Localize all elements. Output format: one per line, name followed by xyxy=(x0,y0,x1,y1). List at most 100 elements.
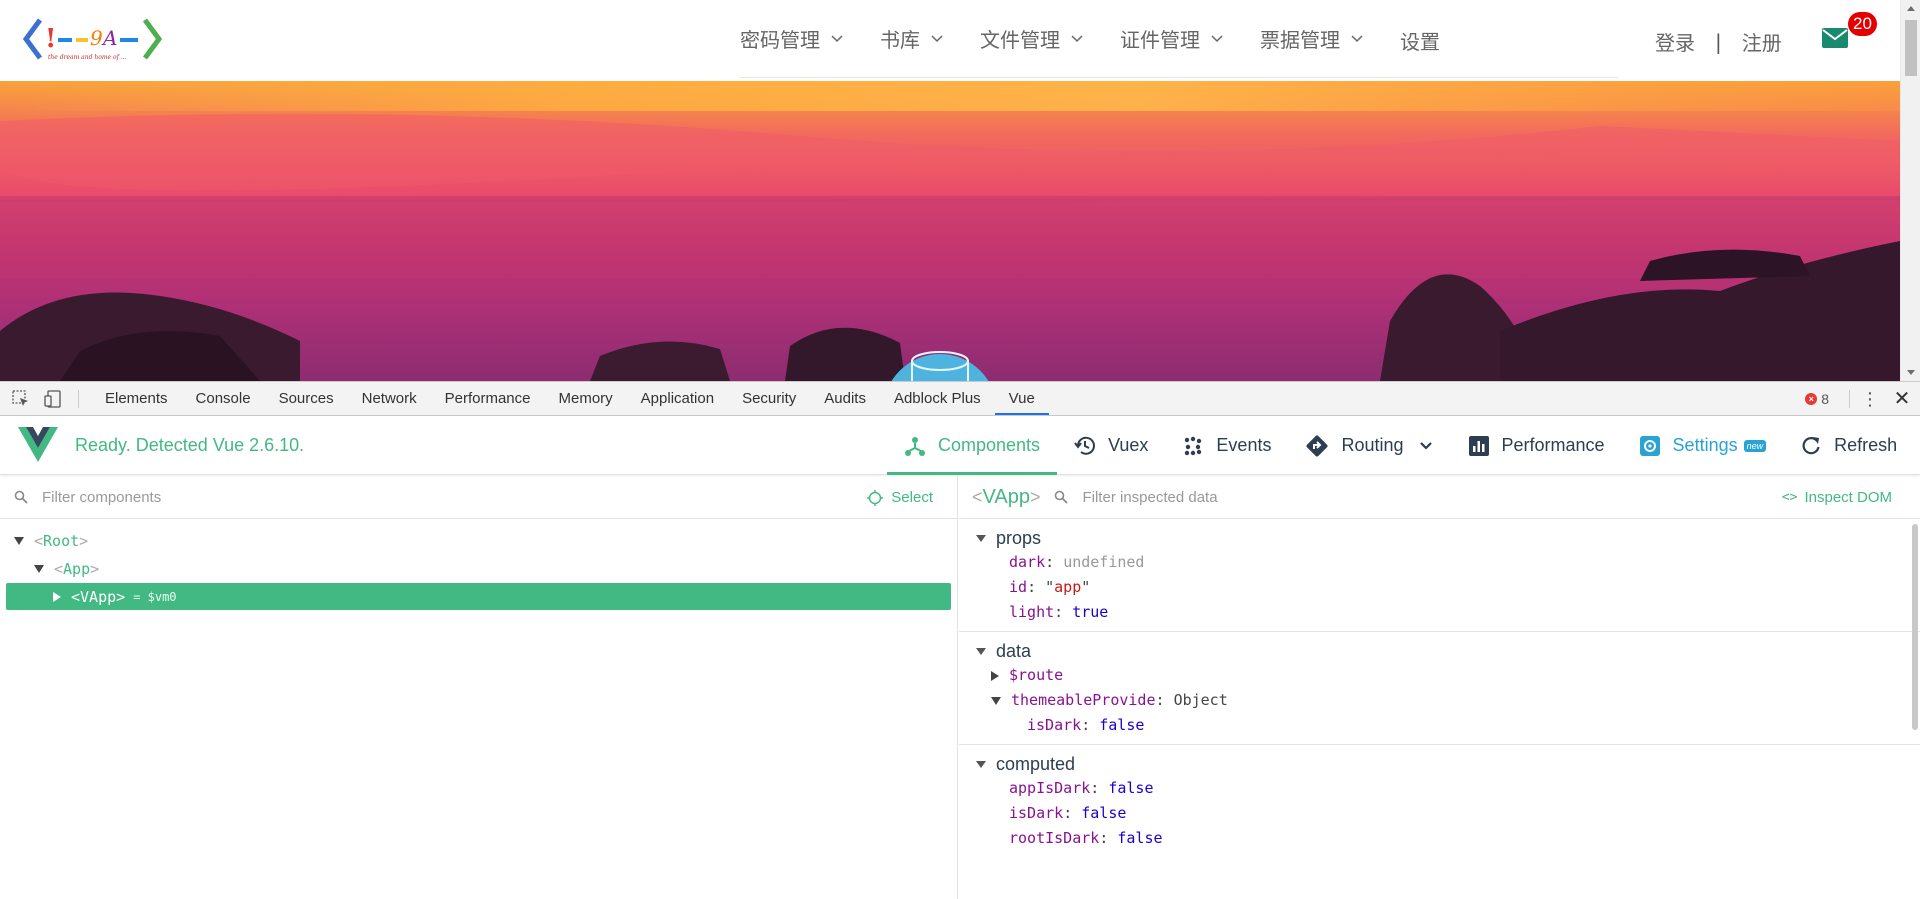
computed-row: appIsDark: false xyxy=(1009,779,1154,797)
close-icon[interactable]: ✕ xyxy=(1892,386,1912,411)
mail-count-badge: 20 xyxy=(1848,12,1877,36)
collapse-arrow-icon[interactable] xyxy=(53,591,61,602)
vue-tab-vuex[interactable]: Vuex xyxy=(1057,416,1165,475)
refresh-icon xyxy=(1802,436,1820,454)
main-nav: 密码管理 书库 文件管理 证件管理 票据管理 设置 xyxy=(740,0,1618,78)
vue-tab-events[interactable]: Events xyxy=(1165,416,1288,475)
tab-adblock-plus[interactable]: Adblock Plus xyxy=(880,382,995,415)
nav-label: 文件管理 xyxy=(980,28,1060,52)
nav-label: 设置 xyxy=(1400,30,1440,54)
nav-label: 票据管理 xyxy=(1260,28,1340,52)
expand-arrow-icon[interactable] xyxy=(34,565,44,573)
bar-chart-icon xyxy=(1468,435,1489,456)
prop-row: dark: undefined xyxy=(1009,553,1145,571)
hero-banner-image xyxy=(0,81,1900,381)
nav-id-management[interactable]: 证件管理 xyxy=(1120,24,1224,53)
chevron-down-icon xyxy=(1071,34,1083,42)
vue-tab-settings[interactable]: Settings new xyxy=(1622,416,1784,475)
collapse-arrow-icon[interactable] xyxy=(976,760,986,768)
login-link[interactable]: 登录 xyxy=(1655,27,1695,56)
tab-memory[interactable]: Memory xyxy=(545,382,627,415)
section-header-data[interactable]: data xyxy=(959,639,1920,663)
nav-settings[interactable]: 设置 xyxy=(1400,26,1440,55)
inspect-element-icon[interactable] xyxy=(10,388,32,410)
register-link[interactable]: 注册 xyxy=(1742,27,1782,56)
code-icon: <> xyxy=(1781,490,1798,505)
vue-status: Ready. Detected Vue 2.6.10. xyxy=(75,434,305,455)
site-header: ! 9 A the dream and home of ... 密码管理 书库 … xyxy=(0,0,1900,81)
vue-nav: Components Vuex Events Routing Performan… xyxy=(887,416,1914,475)
vue-devtools-header: Ready. Detected Vue 2.6.10. Components V… xyxy=(0,416,1920,475)
kebab-menu-icon[interactable]: ⋮ xyxy=(1860,390,1880,408)
tab-application[interactable]: Application xyxy=(627,382,728,415)
component-tree-pane: Select <Root> <App> <VApp> = $vm0 xyxy=(0,476,958,899)
svg-text:A: A xyxy=(101,26,117,50)
tree-node-root[interactable]: < Root > xyxy=(0,527,957,555)
chevron-down-icon xyxy=(1351,34,1363,42)
expand-arrow-icon[interactable] xyxy=(991,670,999,681)
tab-elements[interactable]: Elements xyxy=(91,382,182,415)
inspector-scrollbar-thumb[interactable] xyxy=(1912,524,1918,730)
logo-tagline: the dream and home of ... xyxy=(48,54,127,61)
vue-tab-components[interactable]: Components xyxy=(887,416,1058,475)
chevron-down-icon xyxy=(1211,34,1223,42)
section-header-props[interactable]: props xyxy=(959,526,1920,550)
gear-icon xyxy=(1639,435,1660,456)
error-counter[interactable]: × 8 xyxy=(1805,391,1829,407)
vm-reference: = $vm0 xyxy=(133,589,177,604)
nav-bill-management[interactable]: 票据管理 xyxy=(1260,24,1364,53)
select-component-button[interactable]: Select xyxy=(867,476,933,519)
tree-node-vapp[interactable]: < VApp > = $vm0 xyxy=(6,583,951,610)
vue-tab-performance[interactable]: Performance xyxy=(1451,416,1622,475)
devtools-right-controls: × 8 ⋮ ✕ xyxy=(1805,382,1920,415)
page-scrollbar[interactable] xyxy=(1900,0,1920,381)
nav-password-management[interactable]: 密码管理 xyxy=(740,24,844,53)
svg-text:!: ! xyxy=(45,24,56,54)
computed-section: computed appIsDark: false isDark: false … xyxy=(959,745,1920,857)
auth-links: 登录 | 注册 xyxy=(1655,27,1782,56)
vue-refresh-button[interactable]: Refresh xyxy=(1783,416,1914,475)
events-icon xyxy=(1185,436,1202,455)
tab-sources[interactable]: Sources xyxy=(265,382,348,415)
tab-network[interactable]: Network xyxy=(348,382,431,415)
auth-separator: | xyxy=(1715,29,1722,54)
tab-security[interactable]: Security xyxy=(728,382,810,415)
vue-tab-label: Components xyxy=(938,435,1041,455)
nav-label: 密码管理 xyxy=(740,28,820,52)
tree-node-label: VApp xyxy=(80,587,117,606)
toolbar-divider xyxy=(1849,389,1850,408)
inspect-dom-label: Inspect DOM xyxy=(1804,489,1892,506)
expand-arrow-icon[interactable] xyxy=(14,537,24,545)
collapse-arrow-icon[interactable] xyxy=(976,534,986,542)
scrollbar-thumb[interactable] xyxy=(1905,20,1917,76)
component-filter-bar: Select xyxy=(0,476,957,519)
inspect-dom-button[interactable]: <> Inspect DOM xyxy=(1782,476,1892,519)
filter-components-input[interactable] xyxy=(42,488,642,506)
section-header-computed[interactable]: computed xyxy=(959,752,1920,776)
collapse-arrow-icon[interactable] xyxy=(976,647,986,655)
filter-inspected-data-input[interactable] xyxy=(1082,488,1483,506)
data-row[interactable]: $route xyxy=(959,663,1920,688)
error-icon: × xyxy=(1805,392,1818,405)
data-section: data $route themeableProvide: Object isD… xyxy=(959,632,1920,745)
scroll-up-arrow-icon[interactable] xyxy=(1907,6,1915,11)
tree-node-app[interactable]: < App > xyxy=(0,555,957,583)
vue-tab-label: Routing xyxy=(1341,435,1404,455)
collapse-arrow-icon[interactable] xyxy=(991,696,1001,705)
nav-library[interactable]: 书库 xyxy=(880,24,944,53)
scroll-down-arrow-icon[interactable] xyxy=(1907,370,1915,375)
site-logo[interactable]: ! 9 A the dream and home of ... xyxy=(20,14,165,64)
devtools-tabbar: Elements Console Sources Network Perform… xyxy=(0,381,1920,416)
vue-tab-routing[interactable]: Routing xyxy=(1288,416,1450,475)
tab-audits[interactable]: Audits xyxy=(810,382,880,415)
tree-node-label: Root xyxy=(43,532,80,550)
mail-button[interactable]: 20 xyxy=(1822,12,1877,56)
nav-file-management[interactable]: 文件管理 xyxy=(980,24,1084,53)
tab-vue[interactable]: Vue xyxy=(994,382,1049,415)
props-section: props dark: undefined id: "app" light: t… xyxy=(959,519,1920,632)
tab-performance[interactable]: Performance xyxy=(431,382,545,415)
tab-console[interactable]: Console xyxy=(182,382,265,415)
device-toggle-icon[interactable] xyxy=(42,388,64,410)
new-badge: new xyxy=(1743,439,1767,452)
data-row[interactable]: themeableProvide: Object xyxy=(959,688,1920,713)
